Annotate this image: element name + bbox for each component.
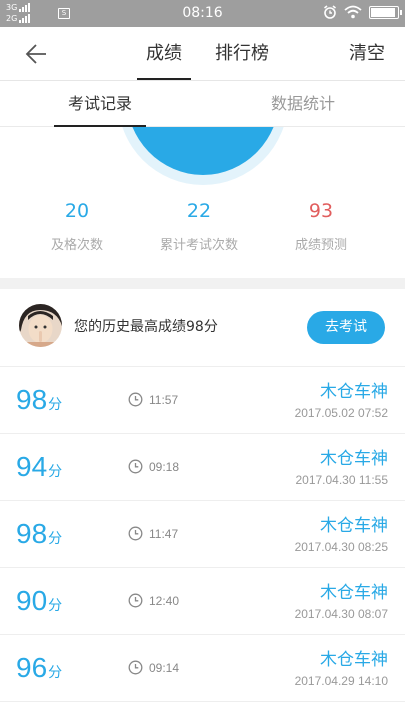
score-unit: 分 xyxy=(48,464,63,480)
list-item[interactable]: 98分 11:47 木仓车神 2017.04.30 08:25 xyxy=(0,501,405,568)
score-value: 96 xyxy=(16,652,48,683)
stat-label: 及格次数 xyxy=(50,238,103,253)
record-date: 2017.04.29 14:10 xyxy=(294,674,388,688)
list-item[interactable]: 94分 09:18 木仓车神 2017.04.30 11:55 xyxy=(0,434,405,501)
alarm-icon xyxy=(324,5,336,19)
clock-icon xyxy=(128,660,143,675)
score-value: 94 xyxy=(16,451,48,482)
record-date: 2017.05.02 07:52 xyxy=(294,406,388,420)
score-unit: 分 xyxy=(48,598,63,614)
list-item[interactable]: 96分 09:14 木仓车神 2017.04.29 14:10 xyxy=(0,635,405,702)
battery-icon xyxy=(369,5,402,19)
tab-leaderboard[interactable]: 排行榜 xyxy=(215,27,269,81)
avatar xyxy=(19,304,62,347)
sub-tabs: 考试记录 数据统计 xyxy=(0,82,405,127)
score-unit: 分 xyxy=(48,397,63,413)
record-date: 2017.04.30 08:07 xyxy=(294,607,388,621)
duration: 12:40 xyxy=(149,594,180,608)
best-score-text: 您的历史最高成绩98分 xyxy=(74,319,218,335)
clock-icon xyxy=(128,593,143,608)
stat-value: 93 xyxy=(308,200,334,222)
duration: 11:47 xyxy=(149,527,179,541)
record-date: 2017.04.30 08:25 xyxy=(294,540,388,554)
list-item[interactable]: 90分 12:40 木仓车神 2017.04.30 08:07 xyxy=(0,568,405,635)
stat-prediction: 93 成绩预测 xyxy=(266,200,376,253)
tab-exam-records[interactable]: 考试记录 xyxy=(53,82,147,127)
duration: 09:14 xyxy=(149,661,180,675)
section-divider xyxy=(0,278,405,289)
status-bar: 3G 2G S 08:16 xyxy=(0,0,405,27)
score-value: 98 xyxy=(16,384,48,415)
record-title: 木仓车神 xyxy=(320,583,388,603)
wifi-icon xyxy=(344,5,362,19)
tab-scores[interactable]: 成绩 xyxy=(137,27,191,81)
record-title: 木仓车神 xyxy=(320,382,388,402)
stat-label: 累计考试次数 xyxy=(159,238,238,253)
clock-icon xyxy=(128,459,143,474)
record-date: 2017.04.30 11:55 xyxy=(295,473,388,487)
record-title: 木仓车神 xyxy=(320,516,388,536)
score-unit: 分 xyxy=(48,531,63,547)
stat-label: 成绩预测 xyxy=(294,238,347,253)
score-gauge xyxy=(0,127,405,187)
stat-value: 22 xyxy=(186,200,212,222)
clock-icon xyxy=(128,392,143,407)
stat-passed: 20 及格次数 xyxy=(22,200,132,253)
score-value: 90 xyxy=(16,585,48,616)
records-list: 98分 11:57 木仓车神 2017.05.02 07:52 94分 09:1… xyxy=(0,367,405,702)
duration: 09:18 xyxy=(149,460,180,474)
back-arrow-icon[interactable] xyxy=(22,41,48,67)
list-item[interactable]: 98分 11:57 木仓车神 2017.05.02 07:52 xyxy=(0,367,405,434)
duration: 11:57 xyxy=(149,393,179,407)
score-value: 98 xyxy=(16,518,48,549)
take-exam-button[interactable]: 去考试 xyxy=(307,311,385,344)
record-title: 木仓车神 xyxy=(320,650,388,670)
score-unit: 分 xyxy=(48,665,63,681)
stat-value: 20 xyxy=(64,200,90,222)
record-title: 木仓车神 xyxy=(320,449,388,469)
stat-total-exams: 22 累计考试次数 xyxy=(144,200,254,253)
best-score-row: 您的历史最高成绩98分 去考试 xyxy=(0,289,405,367)
clock-icon xyxy=(128,526,143,541)
top-nav: 成绩 排行榜 清空 xyxy=(0,27,405,81)
clear-button[interactable]: 清空 xyxy=(349,27,385,81)
tab-data-stats[interactable]: 数据统计 xyxy=(271,82,335,127)
